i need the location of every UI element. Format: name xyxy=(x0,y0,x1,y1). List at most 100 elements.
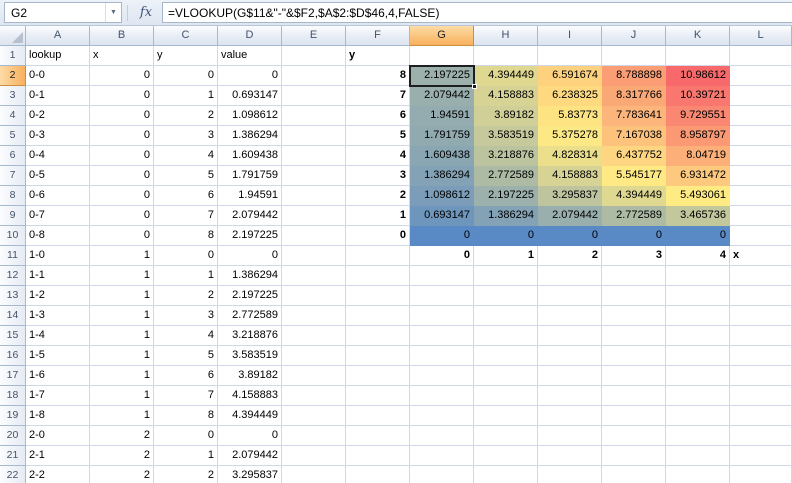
cell-F11[interactable] xyxy=(346,246,410,266)
cell-C15[interactable]: 4 xyxy=(154,326,218,346)
insert-function-button[interactable]: fx xyxy=(133,2,159,23)
cell-B13[interactable]: 1 xyxy=(90,286,154,306)
cell-K2[interactable]: 10.98612 xyxy=(666,66,730,86)
cell-H2[interactable]: 4.394449 xyxy=(474,66,538,86)
cell-F1[interactable]: y xyxy=(346,46,410,66)
cell-I3[interactable]: 6.238325 xyxy=(538,86,602,106)
cell-A21[interactable]: 2-1 xyxy=(26,446,90,466)
cell-E7[interactable] xyxy=(282,166,346,186)
cell-E9[interactable] xyxy=(282,206,346,226)
cell-H15[interactable] xyxy=(474,326,538,346)
cell-J5[interactable]: 7.167038 xyxy=(602,126,666,146)
cell-H19[interactable] xyxy=(474,406,538,426)
cell-J21[interactable] xyxy=(602,446,666,466)
cell-D19[interactable]: 4.394449 xyxy=(218,406,282,426)
cell-F16[interactable] xyxy=(346,346,410,366)
cell-A3[interactable]: 0-1 xyxy=(26,86,90,106)
cell-D11[interactable]: 0 xyxy=(218,246,282,266)
row-header-3[interactable]: 3 xyxy=(0,86,26,106)
cell-I20[interactable] xyxy=(538,426,602,446)
cell-K16[interactable] xyxy=(666,346,730,366)
row-header-21[interactable]: 21 xyxy=(0,446,26,466)
cell-F6[interactable]: 4 xyxy=(346,146,410,166)
cell-B12[interactable]: 1 xyxy=(90,266,154,286)
cell-J14[interactable] xyxy=(602,306,666,326)
cell-K5[interactable]: 8.958797 xyxy=(666,126,730,146)
cell-K11[interactable]: 4 xyxy=(666,246,730,266)
cell-E19[interactable] xyxy=(282,406,346,426)
cell-K18[interactable] xyxy=(666,386,730,406)
cell-K7[interactable]: 6.931472 xyxy=(666,166,730,186)
cell-H6[interactable]: 3.218876 xyxy=(474,146,538,166)
column-header-J[interactable]: J xyxy=(602,26,666,46)
cell-L7[interactable] xyxy=(730,166,792,186)
cell-I1[interactable] xyxy=(538,46,602,66)
cell-B7[interactable]: 0 xyxy=(90,166,154,186)
cell-G10[interactable]: 0 xyxy=(410,226,474,246)
cell-B1[interactable]: x xyxy=(90,46,154,66)
cell-I9[interactable]: 2.079442 xyxy=(538,206,602,226)
cell-C8[interactable]: 6 xyxy=(154,186,218,206)
cell-H4[interactable]: 3.89182 xyxy=(474,106,538,126)
cell-B21[interactable]: 2 xyxy=(90,446,154,466)
cell-F3[interactable]: 7 xyxy=(346,86,410,106)
cell-E6[interactable] xyxy=(282,146,346,166)
cell-G13[interactable] xyxy=(410,286,474,306)
row-header-16[interactable]: 16 xyxy=(0,346,26,366)
cell-C13[interactable]: 2 xyxy=(154,286,218,306)
cell-C12[interactable]: 1 xyxy=(154,266,218,286)
cell-I18[interactable] xyxy=(538,386,602,406)
cell-G19[interactable] xyxy=(410,406,474,426)
cell-G1[interactable] xyxy=(410,46,474,66)
cell-L5[interactable] xyxy=(730,126,792,146)
cell-J2[interactable]: 8.788898 xyxy=(602,66,666,86)
cell-D20[interactable]: 0 xyxy=(218,426,282,446)
cell-F12[interactable] xyxy=(346,266,410,286)
cell-L11[interactable]: x xyxy=(730,246,792,266)
cell-C7[interactable]: 5 xyxy=(154,166,218,186)
cell-J6[interactable]: 6.437752 xyxy=(602,146,666,166)
row-header-11[interactable]: 11 xyxy=(0,246,26,266)
cell-C21[interactable]: 1 xyxy=(154,446,218,466)
cell-J16[interactable] xyxy=(602,346,666,366)
cell-B22[interactable]: 2 xyxy=(90,466,154,483)
column-header-K[interactable]: K xyxy=(666,26,730,46)
cell-B20[interactable]: 2 xyxy=(90,426,154,446)
cell-J20[interactable] xyxy=(602,426,666,446)
cell-H8[interactable]: 2.197225 xyxy=(474,186,538,206)
cell-D10[interactable]: 2.197225 xyxy=(218,226,282,246)
cell-E1[interactable] xyxy=(282,46,346,66)
cell-D3[interactable]: 0.693147 xyxy=(218,86,282,106)
cell-E17[interactable] xyxy=(282,366,346,386)
cell-L9[interactable] xyxy=(730,206,792,226)
cell-I21[interactable] xyxy=(538,446,602,466)
cell-A2[interactable]: 0-0 xyxy=(26,66,90,86)
cell-E20[interactable] xyxy=(282,426,346,446)
cell-J1[interactable] xyxy=(602,46,666,66)
formula-input[interactable]: =VLOOKUP(G$11&"-"&$F2,$A$2:$D$46,4,FALSE… xyxy=(162,2,792,23)
cell-I22[interactable] xyxy=(538,466,602,483)
cell-A12[interactable]: 1-1 xyxy=(26,266,90,286)
cell-B16[interactable]: 1 xyxy=(90,346,154,366)
cell-G16[interactable] xyxy=(410,346,474,366)
cell-E18[interactable] xyxy=(282,386,346,406)
cell-L19[interactable] xyxy=(730,406,792,426)
cell-D18[interactable]: 4.158883 xyxy=(218,386,282,406)
cell-B17[interactable]: 1 xyxy=(90,366,154,386)
cell-L6[interactable] xyxy=(730,146,792,166)
cell-I8[interactable]: 3.295837 xyxy=(538,186,602,206)
cell-B4[interactable]: 0 xyxy=(90,106,154,126)
cell-G20[interactable] xyxy=(410,426,474,446)
cell-J12[interactable] xyxy=(602,266,666,286)
cell-A10[interactable]: 0-8 xyxy=(26,226,90,246)
cell-J11[interactable]: 3 xyxy=(602,246,666,266)
cell-D21[interactable]: 2.079442 xyxy=(218,446,282,466)
cell-I2[interactable]: 6.591674 xyxy=(538,66,602,86)
cell-F17[interactable] xyxy=(346,366,410,386)
cell-I13[interactable] xyxy=(538,286,602,306)
cell-E11[interactable] xyxy=(282,246,346,266)
name-box[interactable]: G2 ▼ xyxy=(4,2,122,23)
cell-B15[interactable]: 1 xyxy=(90,326,154,346)
cell-A14[interactable]: 1-3 xyxy=(26,306,90,326)
cell-H22[interactable] xyxy=(474,466,538,483)
